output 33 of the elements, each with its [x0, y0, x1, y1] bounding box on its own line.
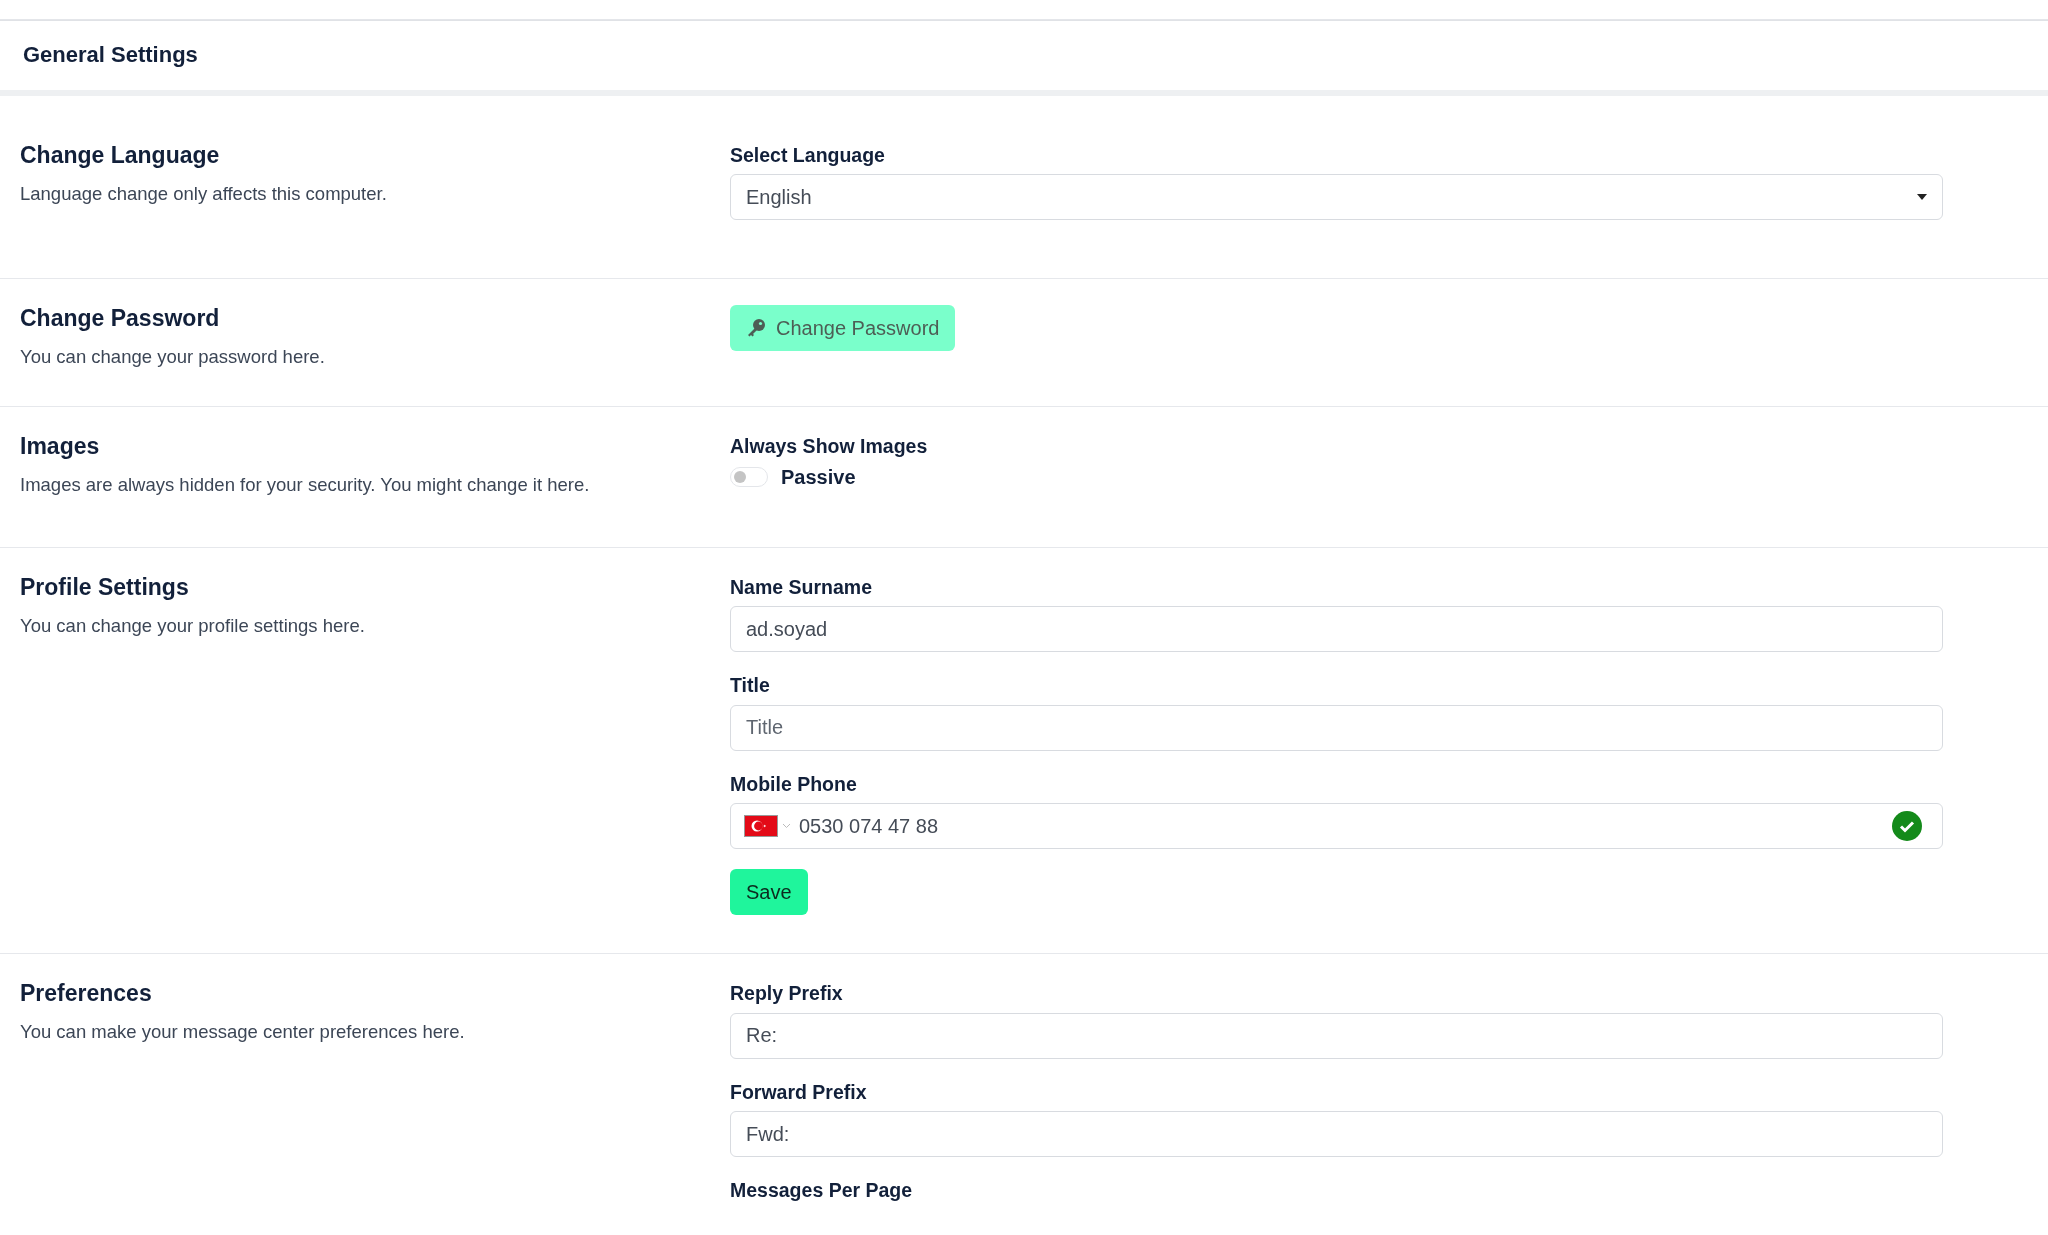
field-label: Select Language: [730, 145, 885, 167]
section-title: Preferences: [20, 980, 153, 1008]
section-description: You can make your message center preferences here.: [20, 1021, 466, 1044]
field-label: Reply Prefix: [730, 983, 843, 1005]
input-field[interactable]: Fwd:: [730, 1111, 1943, 1158]
section-title: Change Password: [20, 305, 221, 333]
section-description: You can change your password here.: [20, 346, 326, 369]
phone-field[interactable]: 0530 074 47 88: [730, 803, 1943, 850]
toggle-switch[interactable]: [730, 467, 768, 488]
field-label: Name Surname: [730, 576, 872, 599]
field-label: Always Show Images: [730, 436, 928, 458]
save-button[interactable]: Save: [730, 869, 808, 916]
page-title: General Settings: [23, 42, 198, 68]
section-description: You can change your profile settings here.: [20, 614, 366, 637]
toggle-state-label: Passive: [781, 465, 856, 489]
input-field[interactable]: Re:: [730, 1012, 1943, 1059]
field-label: Mobile Phone: [730, 773, 857, 796]
section-title: Change Language: [20, 142, 221, 169]
section-description: Language change only affects this computer.: [20, 183, 388, 205]
section-title: Images: [20, 433, 101, 461]
field-label: Forward Prefix: [730, 1081, 867, 1104]
section-description: Images are always hidden for your security. You might change it here.: [20, 474, 591, 497]
caret-icon: [1917, 194, 1927, 201]
chevron-icon: [782, 823, 791, 830]
input-field[interactable]: Title: [730, 704, 1943, 751]
input-field[interactable]: ad.soyad: [730, 606, 1943, 653]
key-icon: [746, 318, 766, 339]
language-select[interactable]: English: [730, 174, 1943, 221]
section-title: Profile Settings: [20, 573, 190, 601]
flag-icon: [744, 815, 778, 838]
field-label: Messages Per Page: [730, 1180, 913, 1202]
field-label: Title: [730, 675, 770, 697]
change-password-button[interactable]: Change Password: [730, 305, 956, 352]
